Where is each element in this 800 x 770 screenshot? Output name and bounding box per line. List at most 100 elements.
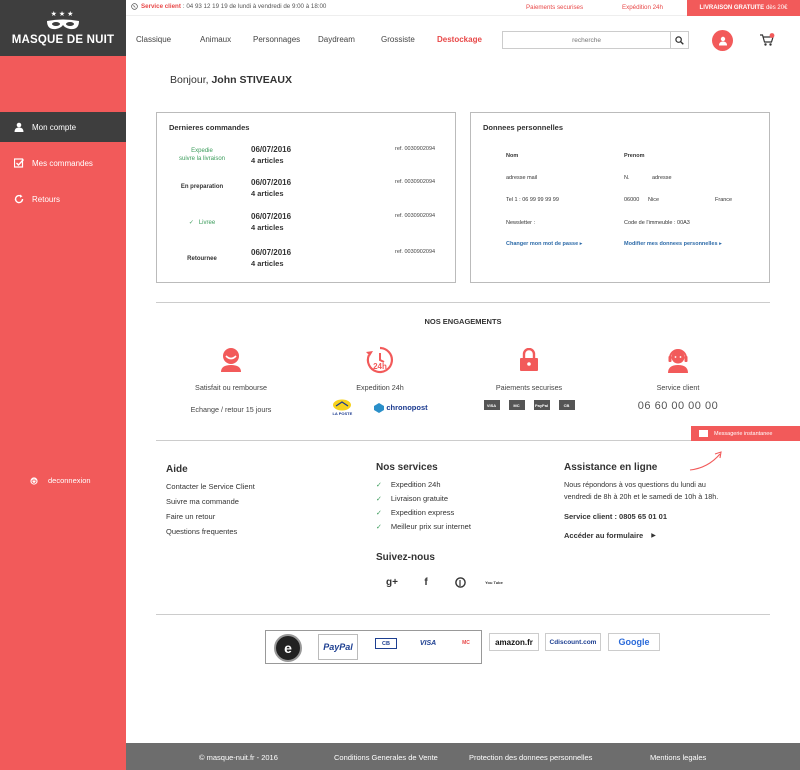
chronopost-label: chronopost [386, 403, 428, 412]
sidebar-item-mes-commandes[interactable]: Mes commandes [0, 148, 126, 178]
footer-follow-title: Suivez-nous [376, 552, 435, 563]
top-bar: Service client : 04 93 12 19 19 de lundi… [126, 0, 800, 16]
order-date: 06/07/2016 [251, 178, 292, 187]
sidebar-item-mon-compte[interactable]: Mon compte [0, 112, 126, 142]
carrier-logos: LA POSTE chronopost [305, 399, 455, 416]
change-password-label: Changer mon mot de passe [506, 241, 579, 247]
nav-classique[interactable]: Classique [136, 35, 171, 44]
contact-service-link[interactable]: Contacter le Service Client [166, 482, 255, 491]
logo[interactable]: ★★★ MASQUE DE NUIT [0, 0, 126, 56]
lock-icon [454, 345, 604, 375]
pinterest-icon[interactable] [443, 575, 477, 589]
search-box [502, 31, 689, 49]
amazon-logo: amazon.fr [489, 633, 539, 651]
la-poste-label: LA POSTE [332, 411, 353, 416]
first-name-label: Prenom [624, 153, 645, 159]
footer-help-title: Aide [166, 464, 188, 475]
youtube-icon[interactable]: You Tube [477, 575, 511, 589]
nav-daydream[interactable]: Daydream [318, 35, 355, 44]
footer-follow: Suivez-nous [376, 552, 435, 563]
smile-icon [156, 345, 306, 375]
cgv-link[interactable]: Conditions Generales de Vente [334, 753, 438, 762]
user-icon [718, 36, 727, 45]
phone-value: Tel 1 : 06 99 99 99 99 [506, 197, 559, 203]
contact-form-label: Accéder au formulaire [564, 531, 644, 540]
order-row[interactable]: Retournee 06/07/2016 4 articles ref. 003… [157, 248, 455, 278]
stars-icon: ★★★ [50, 10, 76, 18]
sidebar-item-label: Retours [32, 194, 61, 204]
engagement-title: Satisfait ou rembourse [195, 383, 267, 392]
address-value: adresse [652, 175, 672, 181]
paypal-logo: PayPal [533, 400, 550, 410]
service-item: ✓ Expedition express [376, 508, 471, 517]
nav-animaux[interactable]: Animaux [200, 35, 231, 44]
brand-name: MASQUE DE NUIT [11, 33, 115, 46]
service-item-label: Meilleur prix sur internet [390, 522, 471, 531]
free-delivery-label: LIVRAISON GRATUITE [699, 5, 765, 11]
order-count: 4 articles [251, 259, 284, 268]
google-plus-icon[interactable]: g+ [375, 575, 409, 589]
order-status: Retournee [187, 256, 217, 262]
check-icon: ✓ [376, 523, 382, 531]
postcode-value: 06000 [624, 197, 640, 203]
cb-logo: CB [375, 638, 397, 649]
visa-logo: VISA [483, 400, 500, 410]
engagement-customer-service: Service client 06 60 00 00 00 [603, 345, 753, 412]
order-date: 06/07/2016 [251, 248, 292, 257]
nav-destockage[interactable]: Destockage [437, 35, 482, 44]
logout-link[interactable]: deconnexion [30, 476, 91, 485]
footer-services-title: Nos services [376, 462, 438, 473]
order-row[interactable]: ✓ Livree 06/07/2016 4 articles ref. 00309… [157, 212, 455, 242]
search-input[interactable] [503, 32, 671, 48]
footer-help: Aide Contacter le Service Client Suivre … [166, 464, 255, 536]
order-status: Expedie [191, 148, 213, 154]
legal-link[interactable]: Mentions legales [650, 753, 706, 762]
last-name-label: Nom [506, 153, 519, 159]
edit-personal-data-link[interactable]: Modifier mes donnees personnelles ▸ [624, 241, 722, 247]
chevron-right-icon: ▶ [651, 533, 656, 539]
phone-icon [131, 3, 138, 10]
shipping-link[interactable]: Expédition 24h [622, 4, 663, 11]
contact-form-link[interactable]: Accéder au formulaire ▶ [564, 531, 724, 540]
facebook-icon[interactable]: f [409, 575, 443, 589]
return-link[interactable]: Faire un retour [166, 512, 255, 521]
bottom-bar: © masque-nuit.fr - 2016 Conditions Gener… [126, 743, 800, 770]
recent-orders-card: Dernieres commandes Expedie suivre la li… [156, 112, 456, 283]
service-client-hours: : 04 93 12 19 19 de lundi à vendredi de … [182, 3, 327, 10]
order-status: ✓ Livree [165, 219, 239, 226]
google-logo: Google [608, 633, 660, 651]
greeting: Bonjour, John STIVEAUX [170, 74, 292, 86]
trusted-shops-logo: e [274, 634, 302, 662]
order-row[interactable]: En preparation 06/07/2016 4 articles ref… [157, 178, 455, 208]
search-button[interactable] [670, 32, 688, 48]
check-icon: ✓ [376, 495, 382, 503]
customer-service-phone: 06 60 00 00 00 [637, 400, 719, 412]
nav-personnages[interactable]: Personnages [253, 35, 300, 44]
privacy-link[interactable]: Protection des donnees personnelles [469, 753, 592, 762]
secure-payments-link[interactable]: Paiements securises [526, 4, 583, 11]
sidebar-item-retours[interactable]: Retours [0, 184, 126, 214]
engagement-title: Expedition 24h [356, 383, 404, 392]
city-value: Nice [648, 197, 660, 203]
engagement-subtitle: Echange / retour 15 jours [190, 405, 272, 414]
nav-grossiste[interactable]: Grossiste [381, 35, 415, 44]
youtube-label: You Tube [485, 579, 503, 585]
sidebar-item-label: Mon compte [32, 122, 77, 132]
power-icon [30, 476, 38, 485]
copyright: © masque-nuit.fr - 2016 [199, 753, 278, 762]
la-poste-logo: LA POSTE [332, 399, 352, 416]
track-delivery-link[interactable]: suivre la livraison [165, 156, 239, 162]
mastercard-logo: MC [508, 400, 525, 410]
paypal-logo: PayPal [318, 634, 358, 660]
order-row[interactable]: Expedie suivre la livraison 06/07/2016 4… [157, 145, 455, 175]
free-delivery-banner[interactable]: LIVRAISON GRATUITE dès 20€ [687, 0, 800, 16]
mastercard-logo: MC [462, 640, 470, 646]
track-order-link[interactable]: Suivre ma commande [166, 497, 255, 506]
faq-link[interactable]: Questions frequentes [166, 527, 255, 536]
change-password-link[interactable]: Changer mon mot de passe ▸ [506, 241, 582, 247]
instant-messaging-button[interactable]: Messagerie instantanee [691, 426, 800, 441]
account-button[interactable] [712, 30, 733, 51]
refresh-icon [14, 194, 24, 204]
check-icon: ✓ [376, 509, 382, 517]
cart-button[interactable] [759, 33, 775, 47]
